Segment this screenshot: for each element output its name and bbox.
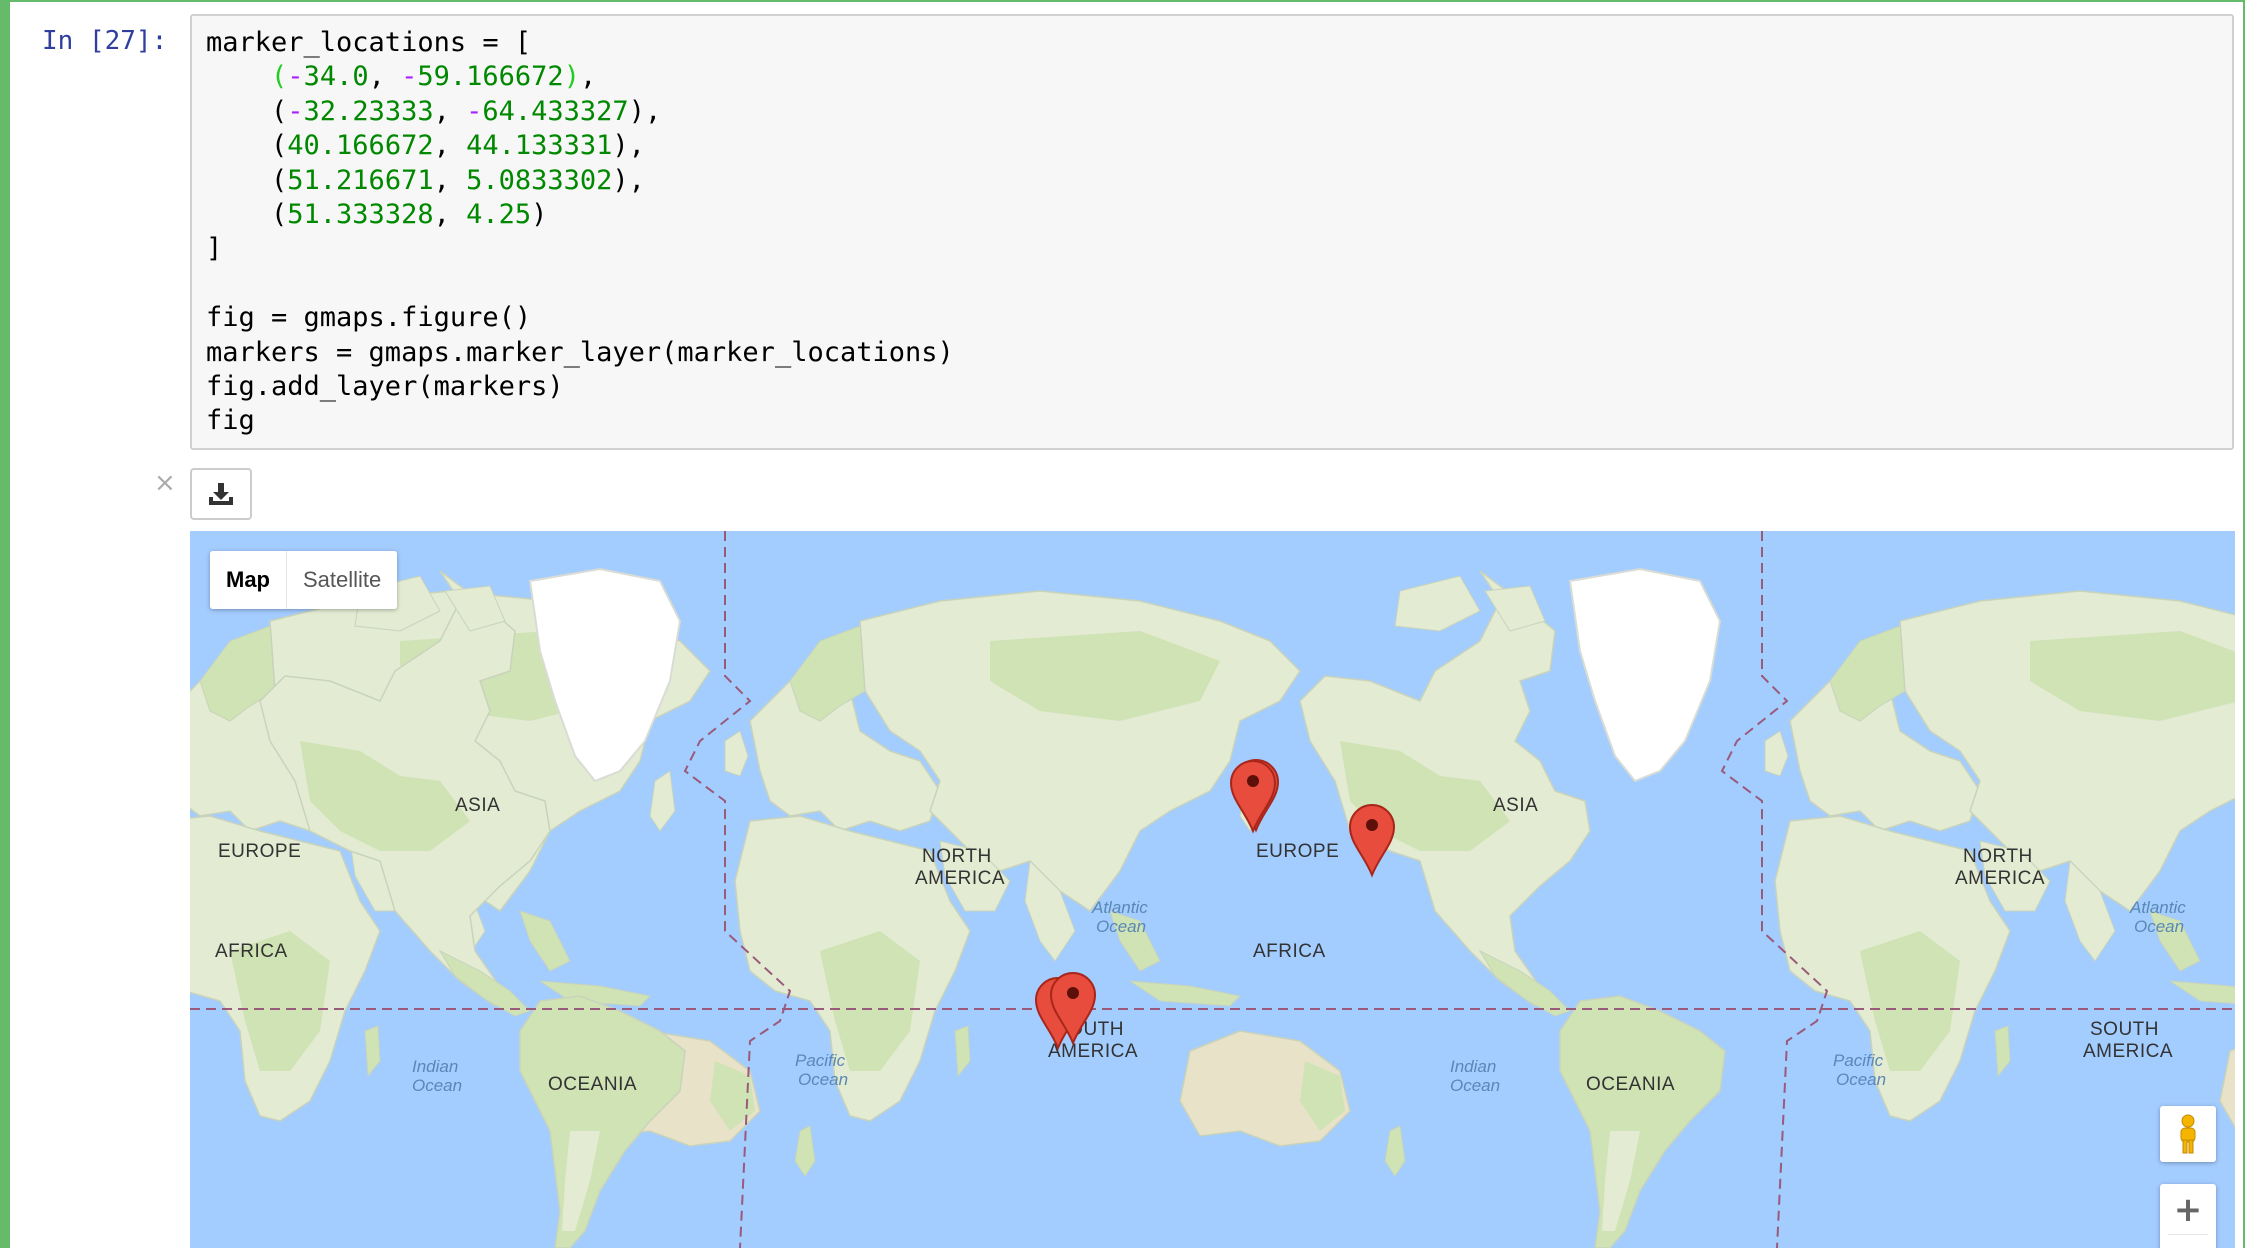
code-line: fig.add_layer(markers)	[206, 371, 564, 402]
map-marker[interactable]	[1229, 760, 1277, 834]
map-label-asia-center: ASIA	[1493, 795, 1538, 816]
code-line: (-34.0, -59.166672),	[206, 61, 596, 92]
map-label-oceania-left: OCEANIA	[548, 1074, 637, 1095]
pegman-icon	[2180, 1114, 2196, 1154]
code-line: (-32.23333, -64.433327),	[206, 96, 661, 127]
code-token: ,	[579, 61, 597, 93]
code-line: markers = gmaps.marker_layer(marker_loca…	[206, 337, 954, 368]
ocean-label-indian-left-1: Indian	[412, 1057, 458, 1076]
code-token: ,	[433, 95, 467, 127]
code-token: 64.433327	[482, 95, 629, 127]
code-token: (	[206, 130, 288, 162]
code-line: marker_locations = [	[206, 27, 531, 58]
code-token: fig = gmaps.figure()	[206, 302, 532, 334]
code-token: -	[401, 61, 418, 93]
ocean-label-atlantic-center-2: Ocean	[1096, 917, 1146, 936]
code-token: marker_locations = [	[206, 27, 532, 58]
code-token: )	[531, 199, 548, 231]
ocean-label-pacific-left-1: Pacific	[795, 1051, 846, 1070]
code-line: (40.166672, 44.133331),	[206, 130, 645, 161]
code-line: (51.216671, 5.0833302),	[206, 165, 645, 196]
code-token: (	[206, 199, 288, 231]
code-token: -	[287, 61, 304, 93]
map-label-north-center-2: AMERICA	[915, 868, 1005, 889]
code-token: fig	[206, 405, 255, 437]
code-token: (	[271, 61, 288, 93]
code-line: fig	[206, 405, 255, 436]
code-token: -	[466, 95, 483, 127]
code-token: 5.0833302	[466, 164, 613, 196]
code-token: 40.166672	[287, 130, 434, 162]
world-map[interactable]: ASIA EUROPE AFRICA OCEANIA NORTH AMERICA…	[190, 531, 2235, 1248]
code-token: ,	[433, 130, 467, 162]
input-prompt: In [27]:	[42, 26, 168, 56]
ocean-label-indian-center-2: Ocean	[1450, 1076, 1500, 1095]
download-icon	[209, 483, 233, 505]
download-button[interactable]	[190, 468, 252, 520]
code-token: ),	[612, 130, 645, 162]
map-widget[interactable]: ASIA EUROPE AFRICA OCEANIA NORTH AMERICA…	[190, 531, 2235, 1248]
map-label-south-right-1: SOUTH	[2090, 1019, 2159, 1040]
map-label-europe-left: EUROPE	[218, 841, 301, 862]
map-label-africa-center: AFRICA	[1253, 941, 1326, 962]
map-label-africa-left: AFRICA	[215, 941, 288, 962]
ocean-label-atlantic-right-2: Ocean	[2134, 917, 2184, 936]
world-copy-center	[259, 568, 1406, 1248]
ocean-label-indian-center-1: Indian	[1450, 1057, 1496, 1076]
map-label-asia-left: ASIA	[455, 795, 500, 816]
close-output-icon[interactable]: ×	[154, 470, 176, 496]
code-token: ]	[206, 233, 223, 265]
code-token: ),	[628, 95, 662, 127]
code-token: markers = gmaps.marker_layer(marker_loca…	[206, 336, 954, 368]
code-token: )	[563, 61, 580, 93]
code-line: ]	[206, 233, 222, 264]
code-token: 59.166672	[417, 61, 564, 93]
notebook-page: In [27]: marker_locations = [ (-34.0, -5…	[0, 0, 2250, 1248]
ocean-label-atlantic-center-1: Atlantic	[1091, 898, 1148, 917]
code-text[interactable]: marker_locations = [ (-34.0, -59.166672)…	[206, 26, 954, 439]
zoom-out-button[interactable]: −	[2160, 1234, 2216, 1248]
code-token: 34.0	[303, 61, 369, 93]
zoom-in-button[interactable]: +	[2160, 1187, 2216, 1232]
ocean-label-pacific-right-2: Ocean	[1836, 1070, 1886, 1089]
code-line: fig = gmaps.figure()	[206, 302, 531, 333]
map-label-north-center-1: NORTH	[922, 846, 992, 867]
code-token: (	[206, 95, 288, 127]
map-label-north-right-1: NORTH	[1963, 846, 2033, 867]
cell-selection-bar	[0, 0, 10, 1248]
code-token: 44.133331	[466, 130, 613, 162]
zoom-control: + −	[2160, 1184, 2216, 1248]
code-line: (51.333328, 4.25)	[206, 199, 547, 230]
map-label-oceania-center: OCEANIA	[1586, 1074, 1675, 1095]
code-token: -	[287, 95, 304, 127]
code-token: 51.216671	[287, 164, 434, 196]
code-token: ,	[433, 164, 467, 196]
ocean-label-pacific-left-2: Ocean	[798, 1070, 848, 1089]
map-type-satellite-button[interactable]: Satellite	[287, 551, 398, 609]
code-token: ,	[433, 199, 467, 231]
map-label-south-right-2: AMERICA	[2083, 1041, 2173, 1062]
code-token: 32.23333	[303, 95, 434, 127]
ocean-label-indian-left-2: Ocean	[412, 1076, 462, 1095]
code-token: ),	[612, 164, 645, 196]
map-label-north-right-2: AMERICA	[1955, 868, 2045, 889]
code-token: 51.333328	[287, 199, 434, 231]
map-type-control: Map Satellite	[210, 551, 398, 609]
world-copy-right	[1299, 568, 2235, 1248]
code-editor[interactable]: marker_locations = [ (-34.0, -59.166672)…	[190, 14, 2234, 450]
code-token: fig.add_layer(markers)	[206, 371, 564, 403]
code-token: ,	[368, 61, 402, 93]
street-view-button[interactable]	[2160, 1106, 2216, 1162]
map-label-europe-center: EUROPE	[1256, 841, 1339, 862]
map-type-map-button[interactable]: Map	[210, 551, 286, 609]
code-token: 4.25	[466, 199, 532, 231]
ocean-label-atlantic-right-1: Atlantic	[2129, 898, 2186, 917]
map-marker[interactable]	[1348, 804, 1396, 878]
code-token: (	[206, 164, 288, 196]
ocean-label-pacific-right-1: Pacific	[1833, 1051, 1884, 1070]
map-label-south-center-2: AMERICA	[1048, 1041, 1138, 1062]
